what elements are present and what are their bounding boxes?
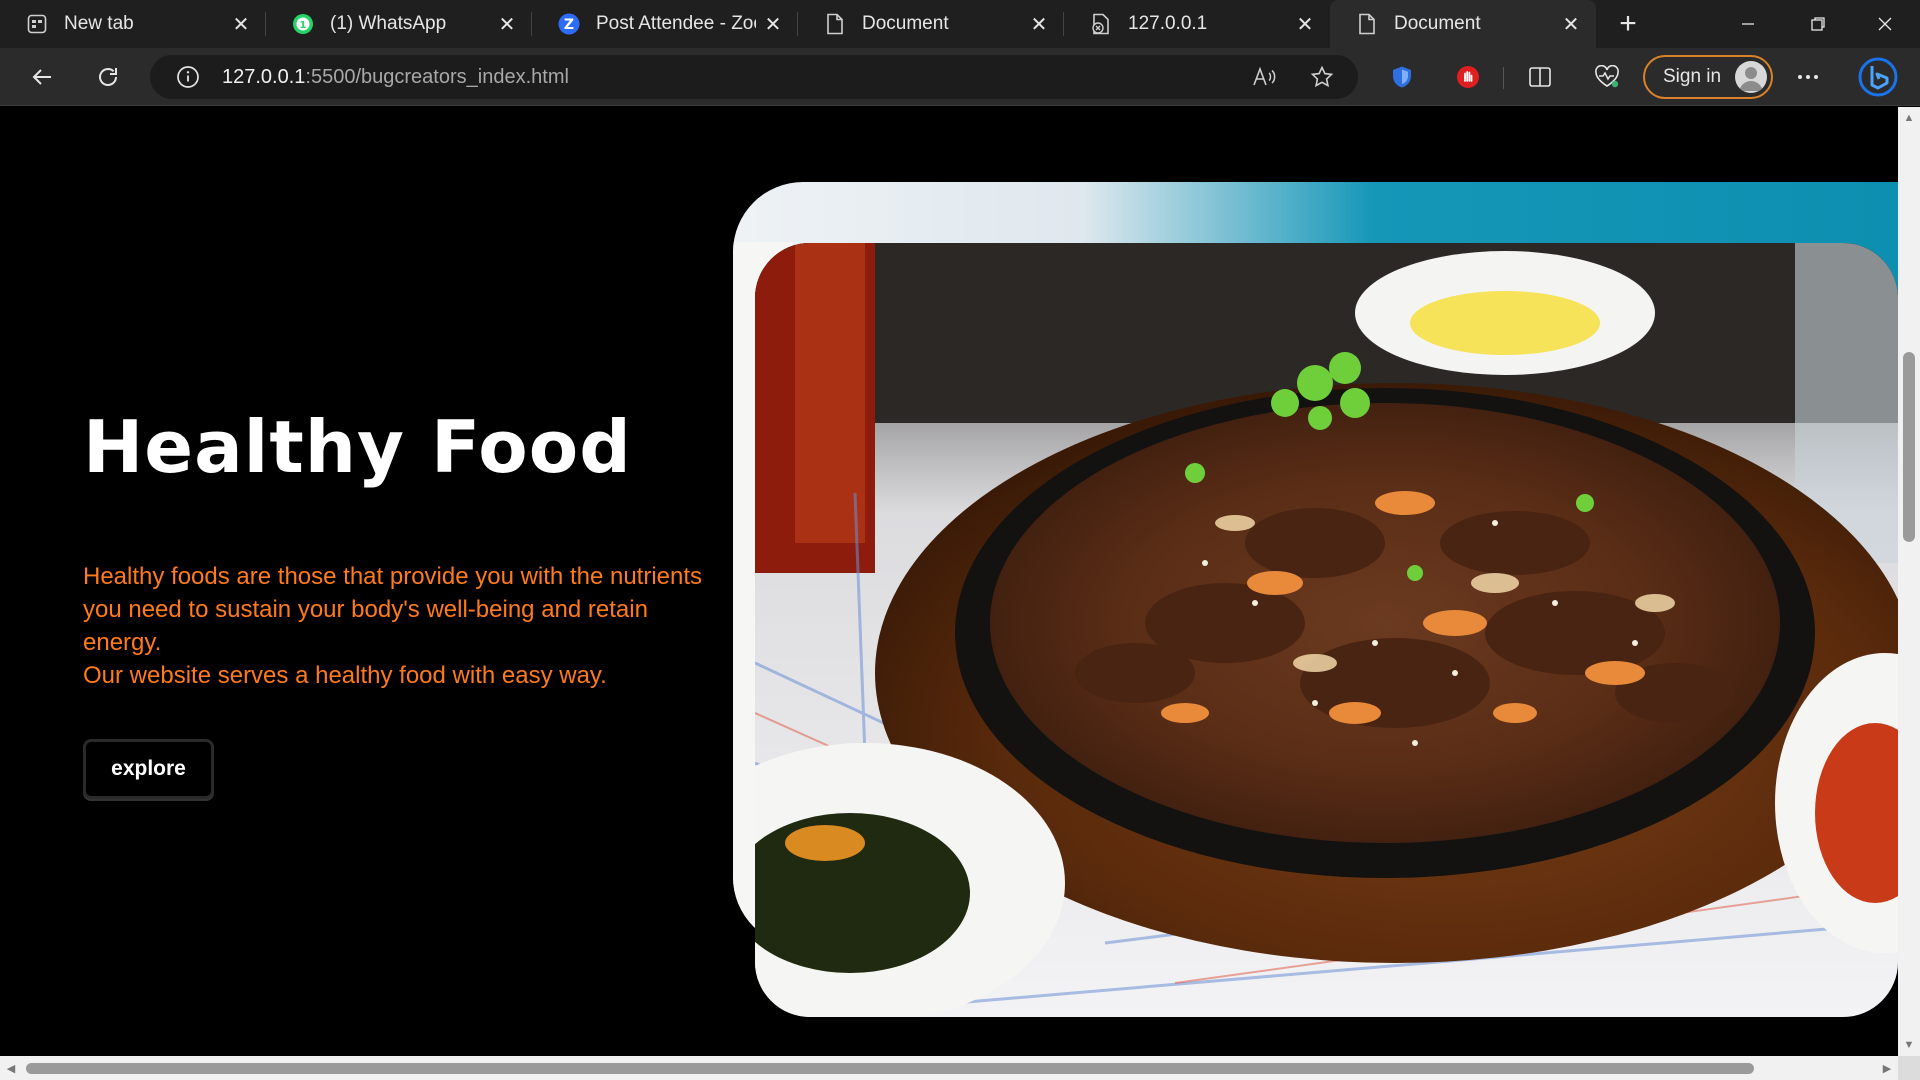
vertical-scroll-thumb[interactable] xyxy=(1903,352,1915,542)
vertical-scrollbar[interactable]: ▲ ▼ xyxy=(1898,107,1920,1056)
tab-label: Document xyxy=(1394,13,1481,34)
close-tab-icon[interactable]: ✕ xyxy=(490,7,524,41)
back-button[interactable] xyxy=(20,55,64,99)
close-window-button[interactable] xyxy=(1850,0,1920,48)
tab-strip: New tab ✕ 1 (1) WhatsApp ✕ Z Post Attend… xyxy=(0,0,1920,48)
minimize-window-button[interactable] xyxy=(1713,0,1783,48)
sizzling-bulgogi-plate-icon xyxy=(755,243,1898,1017)
browser-essentials-button[interactable] xyxy=(1585,55,1629,99)
tab-localhost[interactable]: 127.0.0.1 ✕ xyxy=(1064,0,1330,48)
tab-label: 127.0.0.1 xyxy=(1128,13,1208,34)
document-icon xyxy=(824,13,846,35)
restore-window-button[interactable] xyxy=(1783,0,1853,48)
whatsapp-icon: 1 xyxy=(292,13,314,35)
zoom-icon: Z xyxy=(558,13,580,35)
hero-description: Healthy foods are those that provide you… xyxy=(83,560,703,692)
stop-hand-icon xyxy=(1457,66,1479,88)
explore-button[interactable]: explore xyxy=(83,739,214,799)
food-image xyxy=(755,243,1898,1017)
tab-label: (1) WhatsApp xyxy=(330,13,447,34)
hero-paragraph: Our website serves a healthy food with e… xyxy=(83,662,607,689)
url-path: :5500/bugcreators_index.html xyxy=(305,65,569,88)
close-tab-icon[interactable]: ✕ xyxy=(1288,7,1322,41)
close-tab-icon[interactable]: ✕ xyxy=(756,7,790,41)
horizontal-scrollbar[interactable]: ◀ ▶ xyxy=(0,1056,1898,1080)
document-icon xyxy=(1356,13,1378,35)
heartbeat-icon xyxy=(1595,65,1619,88)
scroll-up-icon[interactable]: ▲ xyxy=(1898,107,1920,129)
svg-text:Z: Z xyxy=(564,17,574,33)
url-host: 127.0.0.1 xyxy=(222,65,306,88)
sign-in-button[interactable]: Sign in xyxy=(1643,55,1773,99)
minimize-icon xyxy=(1742,23,1754,25)
page-viewport: Healthy Food Healthy foods are those tha… xyxy=(0,107,1898,1056)
tab-label: Post Attendee - Zoom xyxy=(596,13,756,34)
url-text[interactable]: 127.0.0.1:5500/bugcreators_index.html xyxy=(222,66,569,89)
scroll-down-icon[interactable]: ▼ xyxy=(1898,1034,1920,1056)
tab-whatsapp[interactable]: 1 (1) WhatsApp ✕ xyxy=(266,0,532,48)
close-tab-icon[interactable]: ✕ xyxy=(1554,7,1588,41)
refresh-button[interactable] xyxy=(86,55,130,99)
close-tab-icon[interactable]: ✕ xyxy=(1022,7,1056,41)
avatar xyxy=(1735,61,1767,93)
favorite-star-icon[interactable] xyxy=(1300,55,1344,99)
site-info-icon[interactable] xyxy=(174,63,202,91)
browser-toolbar: 127.0.0.1:5500/bugcreators_index.html Si… xyxy=(0,48,1920,106)
split-screen-button[interactable] xyxy=(1518,55,1562,99)
ellipsis-icon xyxy=(1798,75,1818,79)
new-tab-page-icon xyxy=(26,13,48,35)
file-blocked-icon xyxy=(1090,13,1112,35)
copilot-button[interactable] xyxy=(1856,55,1900,99)
horizontal-scroll-thumb[interactable] xyxy=(26,1063,1754,1074)
scroll-left-icon[interactable]: ◀ xyxy=(0,1056,22,1080)
extension-shield-button[interactable] xyxy=(1380,55,1424,99)
tab-document-1[interactable]: Document ✕ xyxy=(798,0,1064,48)
hero-paragraph: Healthy foods are those that provide you… xyxy=(83,563,703,656)
scroll-right-icon[interactable]: ▶ xyxy=(1876,1056,1898,1080)
shield-icon xyxy=(1393,66,1411,88)
close-tab-icon[interactable]: ✕ xyxy=(224,7,258,41)
extension-blocker-button[interactable] xyxy=(1446,55,1490,99)
split-screen-icon xyxy=(1529,67,1551,87)
restore-icon xyxy=(1811,17,1825,31)
tab-label: New tab xyxy=(64,13,134,34)
close-icon xyxy=(1878,17,1892,31)
settings-more-button[interactable] xyxy=(1786,55,1830,99)
address-bar[interactable]: 127.0.0.1:5500/bugcreators_index.html xyxy=(150,55,1358,99)
sign-in-label: Sign in xyxy=(1663,66,1722,87)
arrow-left-icon xyxy=(32,69,51,85)
tab-zoom[interactable]: Z Post Attendee - Zoom ✕ xyxy=(532,0,798,48)
tab-label: Document xyxy=(862,13,949,34)
svg-text:1: 1 xyxy=(300,20,307,31)
tab-document-active[interactable]: Document ✕ xyxy=(1330,0,1596,48)
tab-new-tab[interactable]: New tab ✕ xyxy=(0,0,266,48)
new-tab-button[interactable]: + xyxy=(1604,0,1652,48)
read-aloud-icon[interactable] xyxy=(1243,55,1287,99)
refresh-icon xyxy=(99,68,117,86)
hero-title: Healthy Food xyxy=(83,405,632,489)
bing-icon xyxy=(1858,57,1898,97)
